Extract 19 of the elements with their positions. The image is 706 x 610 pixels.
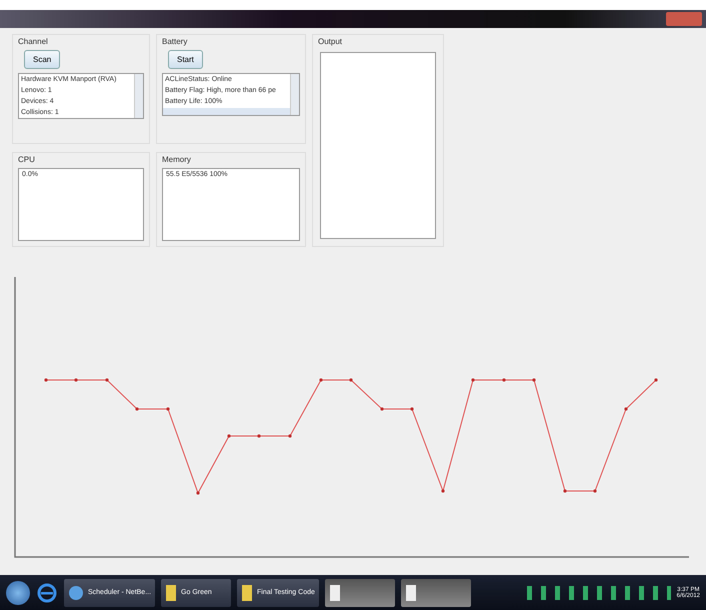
browser-icon[interactable]	[36, 582, 58, 604]
scrollbar[interactable]	[134, 74, 143, 118]
document-icon	[328, 584, 341, 602]
start-button[interactable]	[6, 580, 30, 604]
document-icon	[404, 584, 417, 602]
taskbar-button[interactable]	[324, 578, 395, 606]
scan-button[interactable]: Scan	[24, 50, 60, 69]
group-title: Output	[318, 37, 344, 46]
start-button[interactable]: Start	[168, 50, 203, 69]
taskbar-button[interactable]	[400, 578, 471, 606]
scrollbar[interactable]	[290, 74, 299, 115]
scrollbar[interactable]	[163, 108, 290, 115]
group-title: Memory	[162, 155, 192, 164]
group-title: Channel	[18, 37, 49, 46]
folder-icon	[241, 584, 254, 602]
group-title: CPU	[18, 155, 36, 164]
group-title: Battery	[162, 37, 188, 46]
output-area[interactable]	[320, 52, 436, 239]
folder-icon	[165, 584, 178, 602]
